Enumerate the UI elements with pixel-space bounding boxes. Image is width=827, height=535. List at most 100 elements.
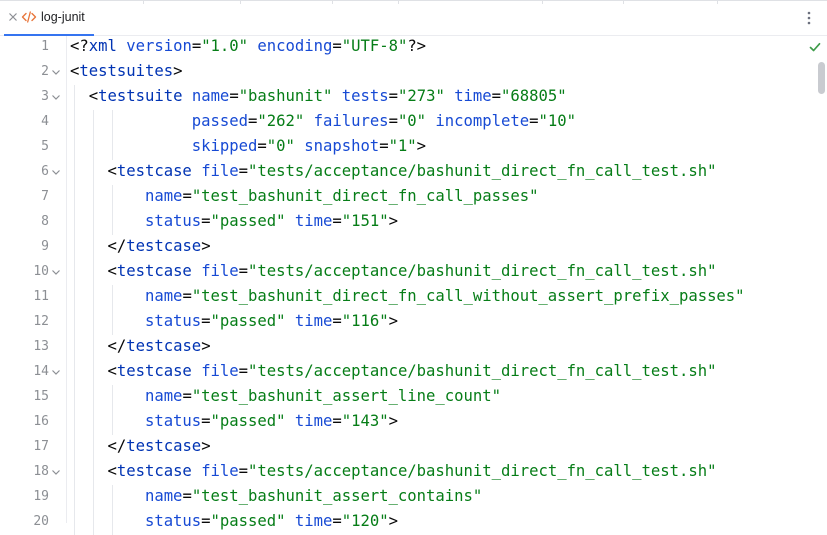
token-val: "68805" <box>501 87 567 105</box>
token-punct <box>286 412 295 430</box>
token-punct: = <box>238 162 249 180</box>
token-val: "test_bashunit_direct_fn_call_passes" <box>191 187 539 205</box>
token-punct <box>286 512 295 530</box>
code-text: status="passed" time="116"> <box>70 312 398 330</box>
fold-chevron-icon[interactable] <box>51 469 61 476</box>
token-punct: = <box>182 387 192 405</box>
code-text: </testcase> <box>70 237 211 255</box>
code-line[interactable]: 11 name="test_bashunit_direct_fn_call_wi… <box>0 285 815 310</box>
code-line[interactable]: 3 <testsuite name="bashunit" tests="273"… <box>0 85 815 110</box>
fold-chevron-icon[interactable] <box>51 169 61 176</box>
tab-label: log-junit <box>41 10 85 24</box>
token-punct <box>192 262 201 280</box>
line-number: 14 <box>33 364 49 379</box>
line-number: 17 <box>33 439 49 454</box>
token-punct: <? <box>70 37 89 55</box>
token-punct <box>192 362 201 380</box>
code-line[interactable]: 8 status="passed" time="151"> <box>0 210 815 235</box>
tab-log-junit[interactable]: log-junit <box>0 0 94 36</box>
token-punct: = <box>332 512 342 530</box>
token-val: "262" <box>257 112 305 130</box>
code-text: </testcase> <box>70 337 211 355</box>
tab-bar-divider <box>143 0 144 4</box>
token-val: "tests/acceptance/bashunit_direct_fn_cal… <box>248 262 717 280</box>
token-punct <box>117 37 126 55</box>
line-number: 12 <box>33 314 49 329</box>
code-line[interactable]: 5 skipped="0" snapshot="1"> <box>0 135 815 160</box>
code-line[interactable]: 13 </testcase> <box>0 335 815 360</box>
token-punct: = <box>332 37 342 55</box>
token-punct: < <box>107 462 117 480</box>
token-punct: = <box>379 137 389 155</box>
line-number: 13 <box>33 339 49 354</box>
token-attr: time <box>294 312 333 330</box>
token-punct <box>332 87 341 105</box>
code-line[interactable]: 16 status="passed" time="143"> <box>0 410 815 435</box>
token-val: "1.0" <box>201 37 249 55</box>
token-punct: > <box>201 237 211 255</box>
token-attr: time <box>294 512 333 530</box>
token-punct <box>286 212 295 230</box>
token-punct: > <box>201 337 211 355</box>
close-icon[interactable] <box>7 11 19 23</box>
token-punct <box>286 312 295 330</box>
code-text: passed="262" failures="0" incomplete="10… <box>70 112 576 130</box>
code-line[interactable]: 19 name="test_bashunit_assert_contains" <box>0 485 815 510</box>
fold-chevron-icon[interactable] <box>51 369 61 376</box>
token-punct <box>182 87 191 105</box>
code-line[interactable]: 17 </testcase> <box>0 435 815 460</box>
token-attr: file <box>201 462 239 480</box>
line-number: 1 <box>41 39 49 54</box>
line-number: 4 <box>41 114 49 129</box>
code-line[interactable]: 6 <testcase file="tests/acceptance/bashu… <box>0 160 815 185</box>
code-line[interactable]: 1 <?xml version="1.0" encoding="UTF-8"?> <box>0 35 815 60</box>
token-val: "test_bashunit_assert_line_count" <box>191 387 501 405</box>
token-punct: = <box>332 412 342 430</box>
token-punct: = <box>388 87 398 105</box>
more-options-icon[interactable] <box>803 9 815 27</box>
token-punct: < <box>107 362 117 380</box>
token-attr: name <box>144 287 183 305</box>
fold-chevron-icon[interactable] <box>51 94 61 101</box>
code-text: <testsuites> <box>70 62 182 80</box>
line-number: 6 <box>41 164 49 179</box>
token-val: "tests/acceptance/bashunit_direct_fn_cal… <box>248 462 717 480</box>
token-val: "143" <box>341 412 389 430</box>
code-line[interactable]: 10 <testcase file="tests/acceptance/bash… <box>0 260 815 285</box>
vertical-scrollbar-thumb[interactable] <box>818 62 825 94</box>
token-attr: name <box>144 187 183 205</box>
token-val: "10" <box>538 112 576 130</box>
code-line[interactable]: 2 <testsuites> <box>0 60 815 85</box>
token-punct: = <box>191 37 202 55</box>
token-punct <box>192 162 201 180</box>
token-attr: version <box>126 37 192 55</box>
fold-chevron-icon[interactable] <box>51 269 61 276</box>
token-val: "151" <box>341 212 389 230</box>
token-punct: = <box>182 287 192 305</box>
code-line[interactable]: 14 <testcase file="tests/acceptance/bash… <box>0 360 815 385</box>
code-line[interactable]: 15 name="test_bashunit_assert_line_count… <box>0 385 815 410</box>
token-punct: </ <box>107 237 127 255</box>
token-attr: status <box>144 212 202 230</box>
code-line[interactable]: 9 </testcase> <box>0 235 815 260</box>
token-val: "test_bashunit_direct_fn_call_without_as… <box>191 287 745 305</box>
code-line[interactable]: 12 status="passed" time="116"> <box>0 310 815 335</box>
tab-bar-divider <box>717 0 718 4</box>
token-tag: testsuite <box>98 87 183 105</box>
line-number: 11 <box>33 289 49 304</box>
fold-chevron-icon[interactable] <box>51 69 61 76</box>
token-attr: tests <box>341 87 389 105</box>
token-punct: = <box>201 512 211 530</box>
inspection-ok-icon[interactable] <box>808 40 822 54</box>
token-val: "116" <box>341 312 389 330</box>
line-number: 9 <box>41 239 49 254</box>
code-line[interactable]: 18 <testcase file="tests/acceptance/bash… <box>0 460 815 485</box>
tab-bar-divider <box>623 0 624 4</box>
code-line[interactable]: 4 passed="262" failures="0" incomplete="… <box>0 110 815 135</box>
code-text: </testcase> <box>70 437 210 455</box>
code-text: name="test_bashunit_assert_contains" <box>70 487 482 505</box>
code-line[interactable]: 7 name="test_bashunit_direct_fn_call_pas… <box>0 185 815 210</box>
token-punct: > <box>388 312 398 330</box>
token-punct: < <box>88 87 99 105</box>
token-attr: failures <box>313 112 389 130</box>
